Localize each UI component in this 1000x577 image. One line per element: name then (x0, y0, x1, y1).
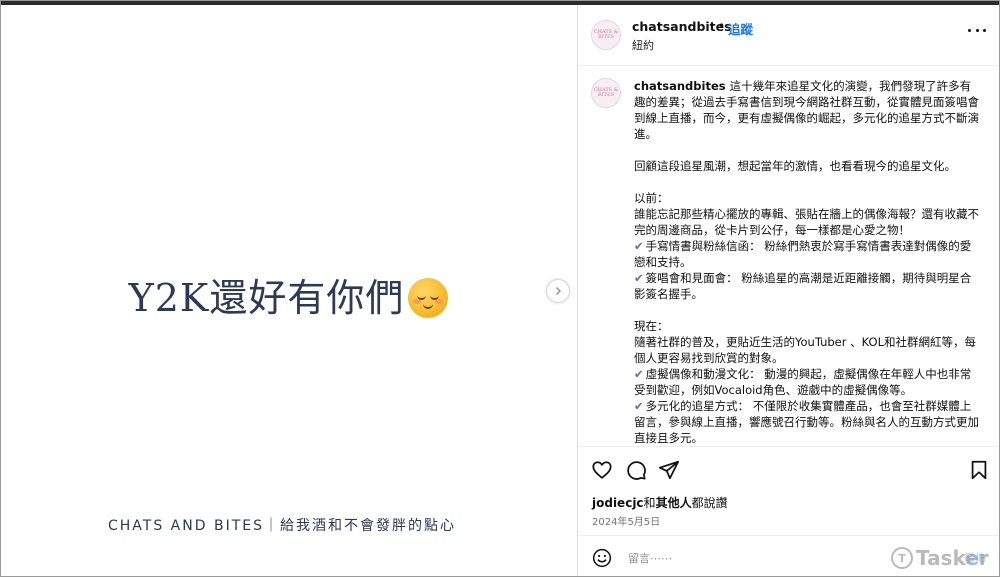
post-location[interactable]: 紐約 (632, 37, 654, 53)
check-mark-icon: ✔ (634, 399, 644, 413)
comment-icon[interactable] (625, 459, 647, 481)
follow-button[interactable]: 追蹤 (728, 19, 753, 38)
header-separator: • (718, 19, 726, 33)
caption-avatar-label: CHATS & BITES (593, 87, 619, 98)
caption-scroll-area[interactable]: CHATS & BITES chatsandbites 這十幾年來追星文化的演變，… (578, 66, 999, 446)
likes-summary[interactable]: jodiecjc和其他人都說讚 (592, 494, 728, 511)
post-media[interactable]: Y2K還好有你們 CHATS AND BITES｜給我酒和不會發胖的點心 (1, 5, 576, 576)
check-mark-icon: ✔ (634, 239, 644, 253)
caption-username[interactable]: chatsandbites (634, 79, 726, 93)
avatar[interactable]: CHATS & BITES (591, 20, 621, 50)
likes-suffix: 都說讚 (691, 496, 728, 510)
caption-before-text: 誰能忘記那些精心擺放的專輯、張貼在牆上的偶像海報？還有收藏不完的周邊商品，從卡片… (634, 207, 979, 237)
comment-input[interactable] (626, 547, 910, 569)
caption-now-title: 現在： (634, 319, 669, 333)
check-mark-icon: ✔ (634, 367, 644, 381)
relieved-face-emoji-icon (408, 277, 449, 318)
post-header: CHATS & BITES chatsandbites • 追蹤 紐約 (578, 5, 999, 66)
post-caption: chatsandbites 這十幾年來追星文化的演變，我們發現了許多有趣的差異；從… (634, 78, 979, 446)
likes-and: 和 (643, 496, 656, 510)
caption-paragraph-2: 回顧這段追星風潮，想起當年的激情，也看看現今的追星文化。 (634, 159, 956, 173)
caption-before-title: 以前： (634, 191, 669, 205)
avatar-label: CHATS & BITES (593, 29, 619, 40)
chevron-right-icon (556, 287, 561, 295)
media-headline: Y2K還好有你們 (1, 267, 576, 322)
heart-icon[interactable] (591, 459, 613, 481)
next-slide-button[interactable] (546, 279, 570, 303)
caption-before-item-1: 手寫情書與粉絲信函： 粉絲們熱衷於寫手寫情書表達對偶像的愛戀和支持。 (634, 239, 972, 269)
header-username[interactable]: chatsandbites (632, 19, 732, 34)
emoji-picker-icon[interactable] (592, 548, 612, 568)
post-side-panel: CHATS & BITES chatsandbites • 追蹤 紐約 CHAT… (577, 5, 999, 576)
caption-now-item-1: 虛擬偶像和動漫文化： 動漫的興起，虛擬偶像在年輕人中也非常受到歡迎，例如Voca… (634, 367, 972, 397)
caption-before-item-2: 簽唱會和見面會： 粉絲追星的高潮是近距離接觸，期待與明星合影簽名握手。 (634, 271, 972, 301)
post-comment-button[interactable]: 發佈 (964, 550, 986, 566)
caption-now-text: 隨著社群的普及，更貼近生活的YouTuber 、KOL和社群網紅等，每個人更容易… (634, 335, 977, 365)
likes-others[interactable]: 其他人 (656, 496, 692, 510)
share-icon[interactable] (658, 459, 680, 481)
comment-row: 發佈 (578, 535, 999, 576)
caption-avatar[interactable]: CHATS & BITES (591, 78, 621, 108)
post-date[interactable]: 2024年5月5日 (592, 513, 660, 528)
more-options-icon[interactable] (968, 27, 986, 33)
bookmark-icon[interactable] (968, 459, 990, 481)
likes-user[interactable]: jodiecjc (592, 496, 644, 510)
app-window: Y2K還好有你們 CHATS AND BITES｜給我酒和不會發胖的點心 CHA… (0, 0, 1000, 577)
check-mark-icon: ✔ (634, 271, 644, 285)
caption-now-item-2: 多元化的追星方式： 不僅限於收集實體產品，也會至社群媒體上留言，參與線上直播，響… (634, 399, 979, 445)
media-tagline: CHATS AND BITES｜給我酒和不會發胖的點心 (108, 518, 456, 534)
media-headline-text: Y2K還好有你們 (128, 276, 405, 320)
